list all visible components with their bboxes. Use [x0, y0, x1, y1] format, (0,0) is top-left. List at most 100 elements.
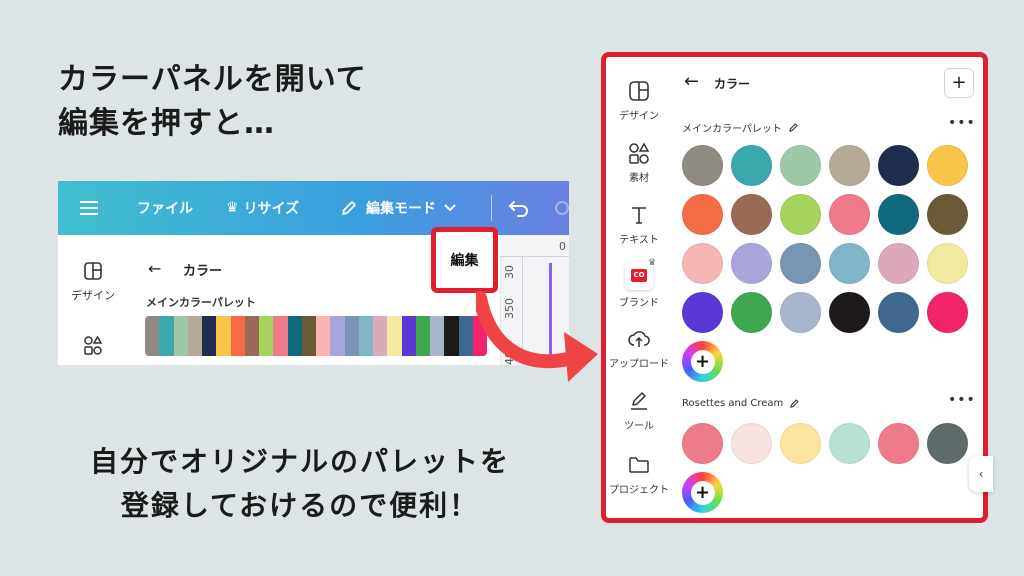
sidebar-item-tools[interactable]: ツール — [606, 389, 672, 432]
second-palette-name: Rosettes and Cream — [682, 398, 784, 409]
mini-palette-strip[interactable] — [145, 316, 487, 356]
color-swatch[interactable] — [259, 316, 274, 356]
color-swatch[interactable] — [780, 292, 821, 333]
color-swatch[interactable] — [230, 316, 245, 356]
add-palette-button[interactable]: + — [944, 68, 974, 98]
caption-bottom-line-1: 自分でオリジナルのパレットを — [89, 445, 510, 478]
color-swatch[interactable] — [878, 423, 919, 464]
add-color-button[interactable]: + — [682, 472, 723, 513]
color-swatch[interactable] — [878, 292, 919, 333]
shapes-icon — [84, 335, 103, 355]
color-swatch[interactable] — [878, 194, 919, 235]
sidebar-item-elements[interactable] — [58, 335, 128, 355]
color-swatch[interactable] — [273, 316, 288, 356]
color-swatch[interactable] — [301, 316, 316, 356]
color-swatch[interactable] — [731, 243, 772, 284]
cloud-upload-icon — [628, 331, 650, 347]
color-swatch[interactable] — [330, 316, 345, 356]
color-swatch[interactable] — [458, 316, 473, 356]
color-swatch[interactable] — [878, 243, 919, 284]
color-swatch[interactable] — [358, 316, 373, 356]
color-swatch[interactable] — [430, 316, 445, 356]
color-swatch[interactable] — [145, 316, 160, 356]
crown-icon: ♛ — [648, 258, 657, 268]
color-swatch[interactable] — [682, 194, 723, 235]
color-swatch[interactable] — [780, 145, 821, 186]
edit-button[interactable]: 編集 — [451, 250, 479, 270]
color-swatch[interactable] — [829, 145, 870, 186]
sidebar-item-upload[interactable]: アップロード — [606, 327, 672, 370]
color-swatch[interactable] — [829, 292, 870, 333]
color-swatch[interactable] — [780, 243, 821, 284]
color-swatch[interactable] — [344, 316, 359, 356]
color-swatch[interactable] — [829, 194, 870, 235]
color-swatch[interactable] — [401, 316, 416, 356]
sidebar-item-text[interactable]: テキスト — [606, 203, 672, 246]
color-swatch[interactable] — [927, 243, 968, 284]
color-swatch[interactable] — [682, 243, 723, 284]
color-swatch[interactable] — [444, 316, 459, 356]
color-swatch[interactable] — [287, 316, 302, 356]
color-swatch[interactable] — [373, 316, 388, 356]
color-swatch[interactable] — [216, 316, 231, 356]
edit-button-highlight[interactable]: 編集 — [431, 227, 498, 293]
color-swatch[interactable] — [780, 423, 821, 464]
sidebar-label: プロジェクト — [609, 485, 669, 496]
resize-button[interactable]: ♛ リサイズ — [226, 181, 299, 235]
sidebar-label: ブランド — [619, 298, 659, 309]
sidebar-item-projects[interactable]: プロジェクト — [606, 453, 672, 496]
color-swatch[interactable] — [731, 194, 772, 235]
color-swatch[interactable] — [731, 292, 772, 333]
color-swatch[interactable] — [927, 194, 968, 235]
color-swatch[interactable] — [244, 316, 259, 356]
back-arrow-icon[interactable]: ← — [148, 259, 161, 278]
color-swatch[interactable] — [202, 316, 217, 356]
sidebar-item-brand[interactable]: CO ♛ ブランド — [606, 258, 672, 309]
undo-icon[interactable] — [508, 181, 530, 235]
color-swatch[interactable] — [316, 316, 331, 356]
more-options-icon[interactable]: ••• — [948, 392, 976, 408]
color-swatch[interactable] — [173, 316, 188, 356]
color-swatch[interactable] — [780, 194, 821, 235]
pencil-icon[interactable] — [788, 122, 799, 133]
color-swatch[interactable] — [187, 316, 202, 356]
pointer-arrow — [476, 291, 598, 382]
file-menu-button[interactable]: ファイル — [137, 181, 193, 235]
color-swatch[interactable] — [927, 423, 968, 464]
more-options-icon[interactable]: ••• — [948, 115, 976, 131]
color-swatch[interactable] — [731, 145, 772, 186]
sidebar-item-apps[interactable] — [606, 515, 672, 518]
menu-icon[interactable] — [80, 181, 98, 235]
ruler-top: 0 — [500, 235, 569, 257]
text-icon — [632, 207, 646, 224]
color-swatch[interactable] — [829, 423, 870, 464]
color-swatch[interactable] — [682, 292, 723, 333]
draw-icon — [631, 392, 647, 410]
caption-bottom: 自分でオリジナルのパレットを 登録しておけるので便利！ — [60, 440, 540, 528]
color-swatch[interactable] — [159, 316, 174, 356]
main-palette-header: メインカラーパレット — [682, 120, 799, 135]
sidebar-label: アップロード — [609, 359, 669, 370]
mini-panel-title: カラー — [183, 264, 223, 279]
collapse-panel-handle[interactable]: ‹ — [969, 456, 993, 492]
color-swatch[interactable] — [415, 316, 430, 356]
color-swatch[interactable] — [927, 145, 968, 186]
pencil-icon[interactable] — [789, 398, 800, 409]
color-swatch[interactable] — [682, 423, 723, 464]
color-swatch[interactable] — [387, 316, 402, 356]
ruler-mark: 30 — [503, 265, 516, 279]
redo-icon[interactable] — [555, 201, 569, 215]
ruler-top-label: 0 — [559, 240, 566, 253]
color-swatch[interactable] — [878, 145, 919, 186]
sidebar-item-design[interactable]: デザイン — [606, 79, 672, 122]
color-swatch[interactable] — [829, 243, 870, 284]
color-swatch[interactable] — [927, 292, 968, 333]
color-swatch[interactable] — [682, 145, 723, 186]
back-arrow-icon[interactable]: ← — [684, 71, 699, 92]
sidebar-item-design[interactable]: デザイン — [58, 261, 128, 303]
main-palette-name: メインカラーパレット — [682, 124, 782, 135]
color-swatch[interactable] — [731, 423, 772, 464]
sidebar-item-elements[interactable]: 素材 — [606, 141, 672, 184]
second-palette-header: Rosettes and Cream — [682, 398, 800, 409]
add-color-button[interactable]: + — [682, 341, 723, 382]
